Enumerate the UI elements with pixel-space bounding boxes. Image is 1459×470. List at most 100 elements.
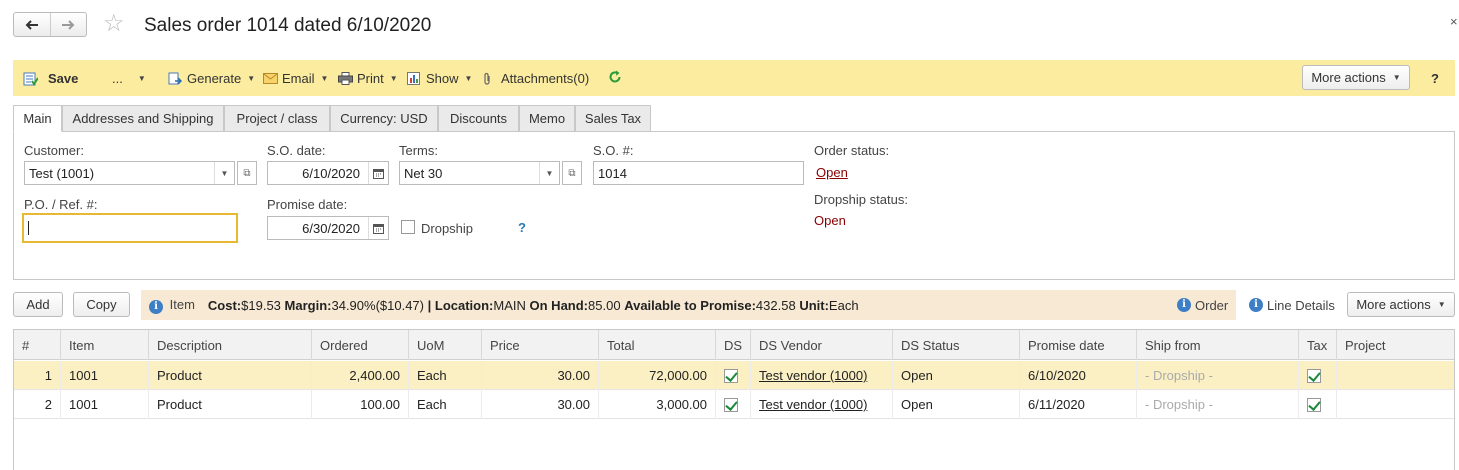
- row-item[interactable]: 1001: [61, 361, 149, 390]
- back-arrow-icon[interactable]: [14, 13, 51, 36]
- row-project[interactable]: [1337, 361, 1454, 390]
- calendar-icon[interactable]: [368, 217, 388, 239]
- envelope-icon: [263, 72, 278, 85]
- col-header-total[interactable]: Total: [599, 330, 716, 360]
- save-button[interactable]: Save: [23, 60, 78, 96]
- save-icon: [23, 72, 39, 86]
- col-header-number[interactable]: #: [14, 330, 61, 360]
- tab-main[interactable]: Main: [13, 105, 62, 132]
- row-tax-checkbox[interactable]: [1299, 361, 1337, 390]
- row-item[interactable]: 1001: [61, 390, 149, 419]
- row-ship-from[interactable]: - Dropship -: [1137, 390, 1299, 419]
- more-dots-button[interactable]: ... ▼: [112, 60, 146, 96]
- customer-field[interactable]: Test (1001) ▼: [24, 161, 235, 185]
- col-header-ordered[interactable]: Ordered: [312, 330, 409, 360]
- so-number-field[interactable]: 1014: [593, 161, 804, 185]
- chevron-down-icon: ▼: [1392, 73, 1401, 82]
- dropship-help-icon[interactable]: ?: [518, 220, 526, 235]
- line-details-button[interactable]: i Line Details: [1249, 290, 1335, 320]
- forward-arrow-icon[interactable]: [51, 13, 87, 36]
- table-row[interactable]: 1 1001 Product 2,400.00 Each 30.00 72,00…: [14, 361, 1454, 390]
- chevron-down-icon: ▼: [247, 73, 256, 83]
- row-promise-date[interactable]: 6/10/2020: [1020, 361, 1137, 390]
- col-header-ship-from[interactable]: Ship from: [1137, 330, 1299, 360]
- print-button[interactable]: Print ▼: [338, 60, 398, 96]
- terms-field[interactable]: Net 30 ▼: [399, 161, 560, 185]
- chevron-down-icon[interactable]: ▼: [539, 162, 559, 184]
- tab-sales-tax[interactable]: Sales Tax: [575, 105, 651, 132]
- row-ds-checkbox[interactable]: [716, 361, 751, 390]
- save-label: Save: [48, 70, 79, 86]
- copy-button[interactable]: Copy: [73, 292, 130, 317]
- page-title: Sales order 1014 dated 6/10/2020: [144, 15, 432, 36]
- show-button[interactable]: Show ▼: [407, 60, 472, 96]
- chevron-down-icon: ▼: [464, 73, 473, 83]
- row-ordered[interactable]: 2,400.00: [312, 361, 409, 390]
- attachments-button[interactable]: Attachments(0): [482, 60, 589, 96]
- po-ref-input[interactable]: [22, 213, 238, 243]
- tab-currency[interactable]: Currency: USD: [330, 105, 438, 132]
- row-ordered[interactable]: 100.00: [312, 390, 409, 419]
- col-header-project[interactable]: Project: [1337, 330, 1454, 360]
- promise-date-field[interactable]: 6/30/2020: [267, 216, 389, 240]
- row-project[interactable]: [1337, 390, 1454, 419]
- col-header-description[interactable]: Description: [149, 330, 312, 360]
- generate-button[interactable]: Generate ▼: [168, 60, 255, 96]
- row-description[interactable]: Product: [149, 390, 312, 419]
- col-header-promise-date[interactable]: Promise date: [1020, 330, 1137, 360]
- so-date-value: 6/10/2020: [302, 165, 360, 181]
- row-ds-status: Open: [893, 390, 1020, 419]
- row-tax-checkbox[interactable]: [1299, 390, 1337, 419]
- row-ds-checkbox[interactable]: [716, 390, 751, 419]
- tab-memo[interactable]: Memo: [519, 105, 575, 132]
- order-status-link[interactable]: Open: [816, 165, 848, 180]
- favorite-star-icon[interactable]: ☆: [103, 10, 125, 38]
- row-uom[interactable]: Each: [409, 361, 482, 390]
- row-promise-date[interactable]: 6/11/2020: [1020, 390, 1137, 419]
- row-price[interactable]: 30.00: [482, 361, 599, 390]
- add-button[interactable]: Add: [13, 292, 63, 317]
- help-button[interactable]: ?: [1431, 60, 1439, 96]
- tab-project-class[interactable]: Project / class: [224, 105, 330, 132]
- col-header-price[interactable]: Price: [482, 330, 599, 360]
- terms-value: Net 30: [404, 165, 443, 181]
- calendar-icon[interactable]: [368, 162, 388, 184]
- list-more-actions-button[interactable]: More actions ▼: [1347, 292, 1455, 317]
- row-description[interactable]: Product: [149, 361, 312, 390]
- tab-addresses-shipping[interactable]: Addresses and Shipping: [62, 105, 224, 132]
- refresh-button[interactable]: [608, 60, 622, 96]
- more-dots-label: ...: [112, 70, 123, 86]
- row-ship-from[interactable]: - Dropship -: [1137, 361, 1299, 390]
- row-ds-vendor-link[interactable]: Test vendor (1000): [751, 361, 893, 390]
- col-header-ds-status[interactable]: DS Status: [893, 330, 1020, 360]
- row-ds-status: Open: [893, 361, 1020, 390]
- col-header-item[interactable]: Item: [61, 330, 149, 360]
- col-header-uom[interactable]: UoM: [409, 330, 482, 360]
- nav-buttons: [13, 12, 87, 37]
- table-row[interactable]: 2 1001 Product 100.00 Each 30.00 3,000.0…: [14, 390, 1454, 419]
- col-header-tax[interactable]: Tax: [1299, 330, 1337, 360]
- row-total: 3,000.00: [599, 390, 716, 419]
- row-ds-vendor-link[interactable]: Test vendor (1000): [751, 390, 893, 419]
- tab-discounts[interactable]: Discounts: [438, 105, 519, 132]
- checkmark-icon: [724, 397, 738, 412]
- row-uom[interactable]: Each: [409, 390, 482, 419]
- promise-date-value: 6/30/2020: [302, 220, 360, 236]
- main-tab-panel: Customer: Test (1001) ▼ ⧉ S.O. date: 6/1…: [13, 131, 1455, 280]
- dropship-checkbox[interactable]: [401, 220, 415, 234]
- close-icon[interactable]: ×: [1450, 14, 1458, 29]
- order-info-button[interactable]: i Order: [1177, 298, 1228, 313]
- col-header-ds-vendor[interactable]: DS Vendor: [751, 330, 893, 360]
- email-button[interactable]: Email ▼: [263, 60, 328, 96]
- chevron-down-icon[interactable]: ▼: [214, 162, 234, 184]
- so-date-field[interactable]: 6/10/2020: [267, 161, 389, 185]
- item-info-button[interactable]: i Item: [149, 297, 195, 314]
- promise-date-label: Promise date:: [267, 197, 348, 212]
- info-icon: i: [1177, 298, 1191, 312]
- open-customer-icon[interactable]: ⧉: [237, 161, 257, 185]
- open-terms-icon[interactable]: ⧉: [562, 161, 582, 185]
- attachments-label: Attachments(0): [501, 70, 590, 86]
- row-price[interactable]: 30.00: [482, 390, 599, 419]
- more-actions-button[interactable]: More actions ▼: [1302, 65, 1410, 90]
- col-header-ds[interactable]: DS: [716, 330, 751, 360]
